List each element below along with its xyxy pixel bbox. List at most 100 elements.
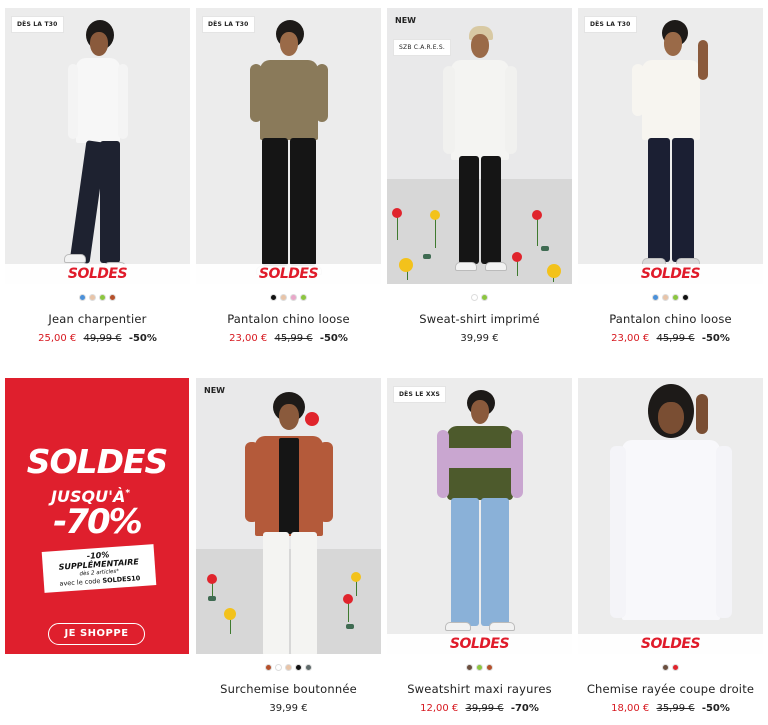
product-image[interactable]: DÈS LA T30 SOLDES — [196, 8, 381, 284]
color-swatches — [196, 294, 381, 301]
model-figure — [606, 384, 736, 654]
color-swatch[interactable] — [79, 294, 86, 301]
product-name[interactable]: Sweatshirt maxi rayures — [387, 682, 572, 696]
color-swatches — [578, 664, 763, 671]
color-swatch[interactable] — [481, 294, 488, 301]
product-image[interactable]: DÈS LE XXS SOLDES — [387, 378, 572, 654]
product-name[interactable]: Pantalon chino loose — [578, 312, 763, 326]
color-swatch[interactable] — [265, 664, 272, 671]
color-swatch[interactable] — [466, 664, 473, 671]
color-swatch[interactable] — [99, 294, 106, 301]
product-card[interactable]: DÈS LA T30 SOLDES Jean charpentier 25,00… — [5, 8, 190, 344]
sale-banner: SOLDES — [578, 264, 763, 284]
product-image[interactable]: NEW SZB C.A.R.E.S. — [387, 8, 572, 284]
shop-now-button[interactable]: JE SHOPPE — [48, 623, 145, 645]
color-swatch[interactable] — [270, 294, 277, 301]
promo-banner[interactable]: SOLDES JUSQU'À* -70% -10% SUPPLÉMENTAIRE… — [5, 378, 189, 654]
model-figure — [58, 18, 138, 273]
color-swatch[interactable] — [295, 664, 302, 671]
original-price: 35,99 € — [656, 703, 695, 714]
product-price: 23,00 € 45,99 € -50% — [578, 333, 763, 344]
promo-title: SOLDES — [26, 442, 169, 481]
color-swatch[interactable] — [280, 294, 287, 301]
color-swatch[interactable] — [662, 294, 669, 301]
color-swatch[interactable] — [290, 294, 297, 301]
color-swatch[interactable] — [476, 664, 483, 671]
sale-banner: SOLDES — [387, 634, 572, 654]
sale-label: SOLDES — [449, 636, 510, 652]
product-image[interactable]: DÈS LA T30 SOLDES — [5, 8, 190, 284]
color-swatches — [387, 664, 572, 671]
color-swatch[interactable] — [486, 664, 493, 671]
sale-price: 23,00 € — [229, 333, 268, 344]
product-price: 23,00 € 45,99 € -50% — [196, 333, 381, 344]
original-price: 39,99 € — [465, 703, 504, 714]
model-figure — [435, 390, 525, 640]
discount-percent: -50% — [319, 333, 348, 344]
model-figure — [244, 20, 334, 275]
color-swatch[interactable] — [109, 294, 116, 301]
model-figure — [435, 26, 525, 276]
product-price: 39,99 € — [387, 333, 572, 344]
color-swatch[interactable] — [305, 664, 312, 671]
product-image[interactable]: DÈS LA T30 SOLDES — [578, 8, 763, 284]
original-price: 45,99 € — [656, 333, 695, 344]
sale-banner: SOLDES — [5, 264, 190, 284]
sale-price: 18,00 € — [611, 703, 650, 714]
discount-percent: -50% — [701, 703, 730, 714]
color-swatch[interactable] — [682, 294, 689, 301]
product-card[interactable]: DÈS LE XXS SOLDES Sweatshirt maxi rayure… — [387, 378, 572, 714]
product-price: 12,00 € 39,99 € -70% — [387, 703, 572, 714]
color-swatch[interactable] — [300, 294, 307, 301]
model-figure — [626, 20, 716, 272]
color-swatches — [196, 664, 381, 671]
original-price: 45,99 € — [274, 333, 313, 344]
promo-extra-box: -10% SUPPLÉMENTAIRE dès 2 articles* avec… — [41, 544, 157, 593]
color-swatch[interactable] — [89, 294, 96, 301]
product-name[interactable]: Chemise rayée coupe droite — [578, 682, 763, 696]
new-badge: NEW — [395, 16, 416, 25]
sale-label: SOLDES — [67, 266, 128, 282]
color-swatch[interactable] — [672, 664, 679, 671]
product-card[interactable]: NEW Surchemise boutonnée 39,99 € — [196, 378, 381, 714]
color-swatch[interactable] — [471, 294, 478, 301]
model-figure — [239, 392, 339, 654]
color-swatches — [387, 294, 572, 301]
color-swatch[interactable] — [652, 294, 659, 301]
product-name[interactable]: Jean charpentier — [5, 312, 190, 326]
discount-percent: -50% — [128, 333, 157, 344]
product-card[interactable]: SOLDES Chemise rayée coupe droite 18,00 … — [578, 378, 763, 714]
discount-percent: -50% — [701, 333, 730, 344]
product-name[interactable]: Sweat-shirt imprimé — [387, 312, 572, 326]
product-name[interactable]: Pantalon chino loose — [196, 312, 381, 326]
color-swatches — [5, 294, 190, 301]
color-swatch[interactable] — [672, 294, 679, 301]
product-card[interactable]: DÈS LA T30 SOLDES Pantalon chino loose 2… — [196, 8, 381, 344]
sale-label: SOLDES — [640, 266, 701, 282]
product-image[interactable]: NEW — [196, 378, 381, 654]
price: 39,99 € — [269, 703, 308, 714]
new-badge: NEW — [204, 386, 225, 395]
discount-percent: -70% — [510, 703, 539, 714]
product-price: 39,99 € — [196, 703, 381, 714]
promo-code: SOLDES10 — [102, 574, 141, 585]
product-price: 25,00 € 49,99 € -50% — [5, 333, 190, 344]
sale-price: 23,00 € — [611, 333, 650, 344]
sale-price: 25,00 € — [38, 333, 77, 344]
product-grid: DÈS LA T30 SOLDES Jean charpentier 25,00… — [0, 0, 768, 725]
original-price: 49,99 € — [83, 333, 122, 344]
product-price: 18,00 € 35,99 € -50% — [578, 703, 763, 714]
product-name[interactable]: Surchemise boutonnée — [196, 682, 381, 696]
sale-label: SOLDES — [258, 266, 319, 282]
price: 39,99 € — [460, 333, 499, 344]
sale-banner: SOLDES — [196, 264, 381, 284]
size-tag: DÈS LA T30 — [11, 16, 64, 33]
color-swatch[interactable] — [662, 664, 669, 671]
product-image[interactable]: SOLDES — [578, 378, 763, 654]
color-swatch[interactable] — [285, 664, 292, 671]
sale-label: SOLDES — [640, 636, 701, 652]
color-swatch[interactable] — [275, 664, 282, 671]
product-card[interactable]: NEW SZB C.A.R.E.S. Sweat-shirt imprimé 3… — [387, 8, 572, 344]
sale-banner: SOLDES — [578, 634, 763, 654]
product-card[interactable]: DÈS LA T30 SOLDES Pantalon chino loose 2… — [578, 8, 763, 344]
